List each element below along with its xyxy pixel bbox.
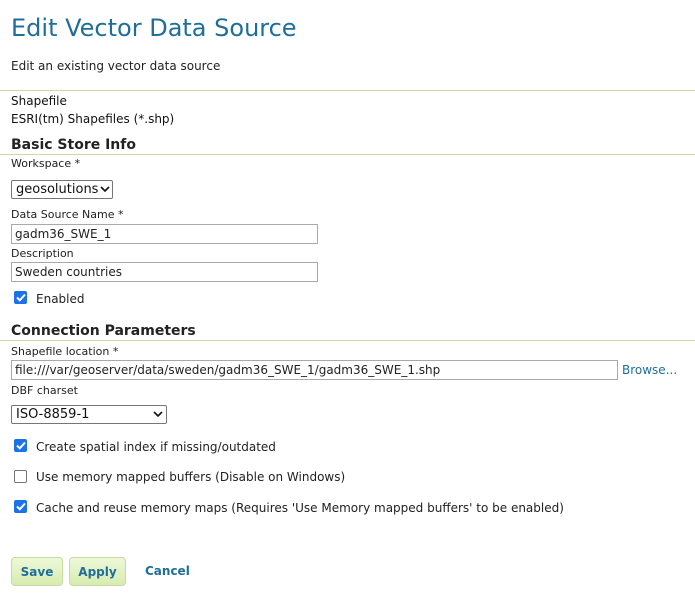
chevron-down-icon [98, 186, 112, 193]
workspace-select[interactable]: geosolutions [11, 180, 113, 199]
store-type-description: ESRI(tm) Shapefiles (*.shp) [11, 112, 175, 126]
dbf-charset-select-value: ISO-8859-1 [16, 407, 90, 422]
save-button[interactable]: Save [11, 557, 63, 586]
description-input[interactable] [11, 262, 318, 282]
page-title: Edit Vector Data Source [11, 14, 297, 42]
section-connection-parameters: Connection Parameters [11, 323, 196, 339]
dbf-charset-select[interactable]: ISO-8859-1 [11, 405, 167, 424]
page-subtitle: Edit an existing vector data source [11, 59, 221, 73]
apply-button[interactable]: Apply [69, 557, 126, 586]
data-source-name-label: Data Source Name * [11, 208, 124, 221]
workspace-label: Workspace * [11, 157, 81, 170]
cancel-button[interactable]: Cancel [145, 564, 190, 578]
divider [0, 340, 695, 341]
chevron-down-icon [150, 411, 166, 418]
checkmark-icon [15, 441, 26, 450]
memory-mapped-buffers-label: Use memory mapped buffers (Disable on Wi… [36, 470, 346, 484]
enabled-label: Enabled [36, 292, 85, 306]
description-label: Description [11, 247, 74, 260]
cache-memory-maps-checkbox[interactable] [14, 500, 27, 513]
cache-memory-maps-label: Cache and reuse memory maps (Requires 'U… [36, 501, 564, 515]
browse-link[interactable]: Browse... [622, 363, 677, 377]
section-basic-store-info: Basic Store Info [11, 137, 136, 153]
divider [0, 154, 695, 155]
shapefile-location-input[interactable] [11, 360, 618, 380]
workspace-select-value: geosolutions [16, 182, 99, 197]
checkmark-icon [15, 293, 26, 302]
memory-mapped-buffers-checkbox[interactable] [14, 470, 27, 483]
shapefile-location-label: Shapefile location * [11, 345, 119, 358]
dbf-charset-label: DBF charset [11, 384, 78, 397]
enabled-checkbox[interactable] [14, 291, 27, 304]
checkmark-icon [15, 502, 26, 511]
data-source-name-input[interactable] [11, 224, 318, 244]
spatial-index-label: Create spatial index if missing/outdated [36, 440, 276, 454]
spatial-index-checkbox[interactable] [14, 439, 27, 452]
store-type-name: Shapefile [11, 94, 67, 108]
divider [0, 90, 695, 91]
